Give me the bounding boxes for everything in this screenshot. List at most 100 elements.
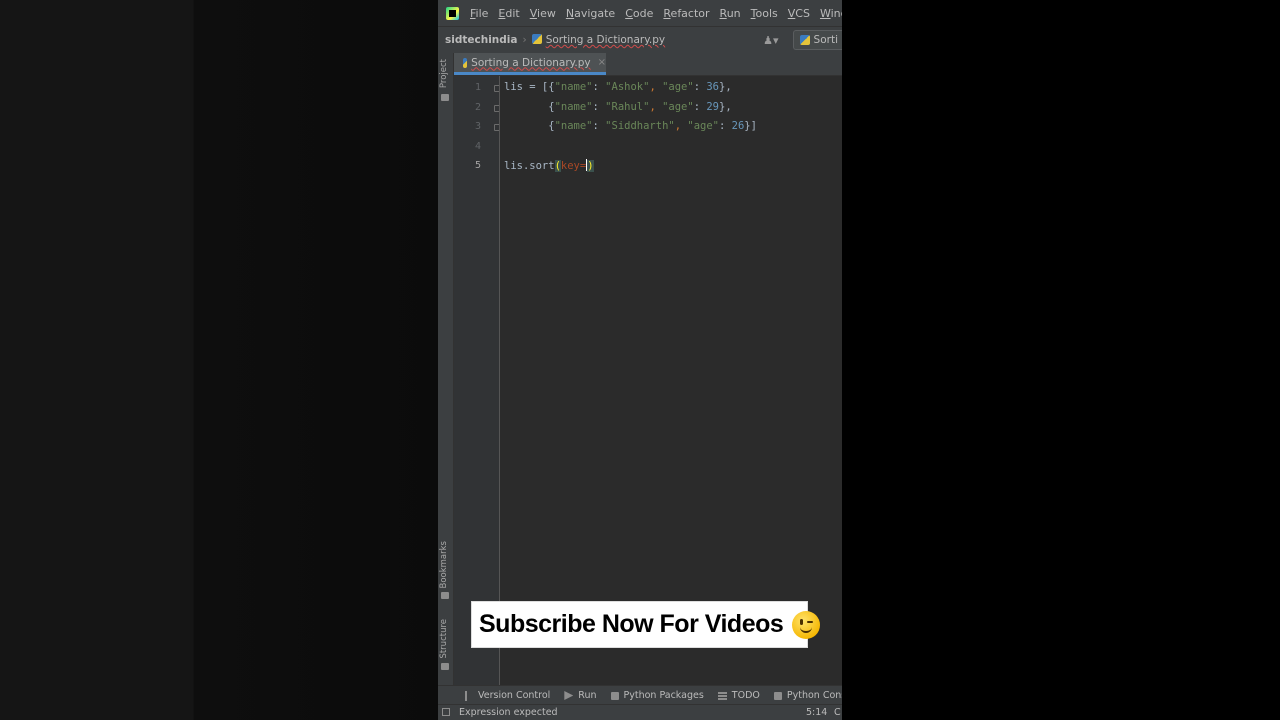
- line-number: 5: [474, 160, 481, 171]
- code-line: {"name": "Rahul", "age": 29},: [504, 100, 731, 113]
- run-configuration-selector[interactable]: Sorti: [792, 30, 842, 50]
- line-number: 2: [474, 101, 481, 113]
- status-bar: Expression expected 5:14 C: [438, 704, 842, 720]
- structure-icon: [441, 663, 449, 670]
- menu-items: File Edit View Navigate Code Refactor Run Tools…: [465, 7, 842, 20]
- pycharm-logo-icon: [446, 6, 459, 20]
- nav-right-tools: ♟▾ Sorti: [763, 30, 842, 50]
- breadcrumb-project[interactable]: sidtechindia: [445, 34, 517, 46]
- winking-face-icon: [792, 610, 821, 639]
- breadcrumb-file[interactable]: Sorting a Dictionary.py: [531, 34, 665, 46]
- code-token: "name": [554, 100, 593, 113]
- line-number: 4: [474, 140, 481, 152]
- tool-label: Python Cons: [786, 690, 842, 701]
- menu-tools[interactable]: Tools: [746, 7, 783, 20]
- code-token: "Siddharth": [605, 120, 675, 132]
- code-token: ,: [649, 100, 663, 113]
- run-icon: [564, 691, 574, 700]
- tool-label: Python Packages: [623, 690, 704, 701]
- code-token: "age": [662, 81, 694, 93]
- code-token: {: [504, 100, 555, 113]
- menu-bar: File Edit View Navigate Code Refactor Run Tools…: [438, 0, 842, 26]
- menu-file[interactable]: File: [465, 7, 493, 20]
- bar-icon: [717, 691, 727, 700]
- code-token: {: [504, 120, 555, 132]
- tab-python-file-icon: [463, 57, 468, 68]
- close-icon[interactable]: ×: [598, 57, 606, 68]
- menu-navigate[interactable]: Navigate: [561, 7, 620, 20]
- navigation-bar: sidtechindia › Sorting a Dictionary.py ♟…: [438, 26, 842, 54]
- status-layout-icon[interactable]: [442, 708, 450, 716]
- code-line: lis.sort(key=): [504, 159, 594, 172]
- code-token: "age": [687, 120, 719, 132]
- code-token: },: [719, 81, 732, 93]
- breadcrumb-separator-icon: ›: [522, 34, 527, 46]
- bookmarks-tool-button[interactable]: Bookmarks: [439, 541, 449, 589]
- status-message: Expression expected: [459, 707, 558, 718]
- code-token: "age": [662, 100, 694, 113]
- status-extra[interactable]: C: [834, 707, 841, 718]
- line-number: 1: [474, 82, 481, 93]
- left-tool-strip: Project Bookmarks Structure: [438, 53, 454, 685]
- tool-run[interactable]: Run: [564, 690, 597, 701]
- tool-label: Version Control: [478, 690, 551, 701]
- tab-label: Sorting a Dictionary.py: [471, 56, 591, 69]
- code-token: "Rahul": [605, 100, 650, 113]
- ide-window: File Edit View Navigate Code Refactor Run Tools…: [438, 0, 842, 720]
- user-menu-icon[interactable]: ♟▾: [763, 34, 778, 47]
- code-line: {"name": "Siddharth", "age": 26}]: [504, 120, 757, 132]
- code-token: 36: [706, 81, 720, 93]
- run-config-python-icon: [799, 35, 810, 45]
- subscribe-text: Subscribe Now For Videos: [479, 610, 784, 638]
- code-token: :: [592, 81, 606, 93]
- code-token: ): [587, 160, 594, 172]
- menu-view[interactable]: View: [525, 7, 561, 20]
- line-number-gutter: 1 2 3 4 5: [454, 76, 501, 685]
- code-token: "Ashok": [605, 81, 650, 93]
- editor-tab-row: Sorting a Dictionary.py ×: [454, 53, 842, 76]
- code-token: lis = [{: [504, 81, 555, 93]
- menu-run[interactable]: Run: [715, 7, 746, 20]
- code-token: 26: [731, 120, 745, 132]
- code-token: "name": [554, 81, 593, 93]
- tool-python-packages[interactable]: Python Packages: [610, 690, 704, 701]
- code-token: :: [718, 120, 732, 132]
- tool-label: TODO: [731, 690, 760, 701]
- code-token: :: [693, 81, 707, 93]
- menu-code[interactable]: Code: [620, 7, 658, 20]
- sq-icon: [773, 691, 782, 700]
- project-tool-button[interactable]: Project: [439, 59, 449, 88]
- python-file-icon: [531, 34, 542, 44]
- menu-window[interactable]: Window: [815, 7, 842, 20]
- sq-icon: [610, 691, 619, 700]
- menu-edit[interactable]: Edit: [493, 7, 524, 20]
- vc-icon: [465, 690, 473, 701]
- editor-tab-active[interactable]: Sorting a Dictionary.py ×: [454, 53, 606, 75]
- tool-version-control[interactable]: Version Control: [465, 690, 550, 701]
- video-letterbox-left: [0, 0, 438, 720]
- code-token: ,: [674, 120, 688, 132]
- menu-refactor[interactable]: Refactor: [658, 7, 714, 20]
- code-token: ,: [649, 81, 663, 93]
- menu-vcs[interactable]: VCS: [783, 7, 815, 20]
- code-token: :: [592, 120, 606, 132]
- bottom-tool-window-bar: Version Control Run Python Packages TODO Pyt…: [438, 685, 842, 705]
- code-token: lis.sort: [504, 160, 555, 172]
- folder-icon: [441, 94, 449, 101]
- code-token: }]: [744, 120, 757, 132]
- code-token: key: [560, 160, 580, 172]
- code-editor[interactable]: lis = [{"name": "Ashok", "age": 36}, {"n…: [500, 76, 842, 685]
- code-token: 29: [706, 100, 720, 113]
- code-line: lis = [{"name": "Ashok", "age": 36},: [504, 81, 732, 93]
- code-token: "name": [554, 120, 593, 132]
- run-config-label: Sorti: [813, 34, 838, 46]
- caret-position[interactable]: 5:14: [806, 707, 827, 718]
- line-number: 3: [474, 121, 481, 132]
- subscribe-banner: Subscribe Now For Videos: [471, 601, 821, 648]
- tool-label: Run: [578, 690, 597, 701]
- tool-python-cons[interactable]: Python Cons: [773, 690, 842, 701]
- video-letterbox-right: [842, 0, 1280, 720]
- tool-todo[interactable]: TODO: [717, 690, 760, 701]
- bookmark-icon: [441, 592, 449, 599]
- structure-tool-button[interactable]: Structure: [439, 619, 449, 659]
